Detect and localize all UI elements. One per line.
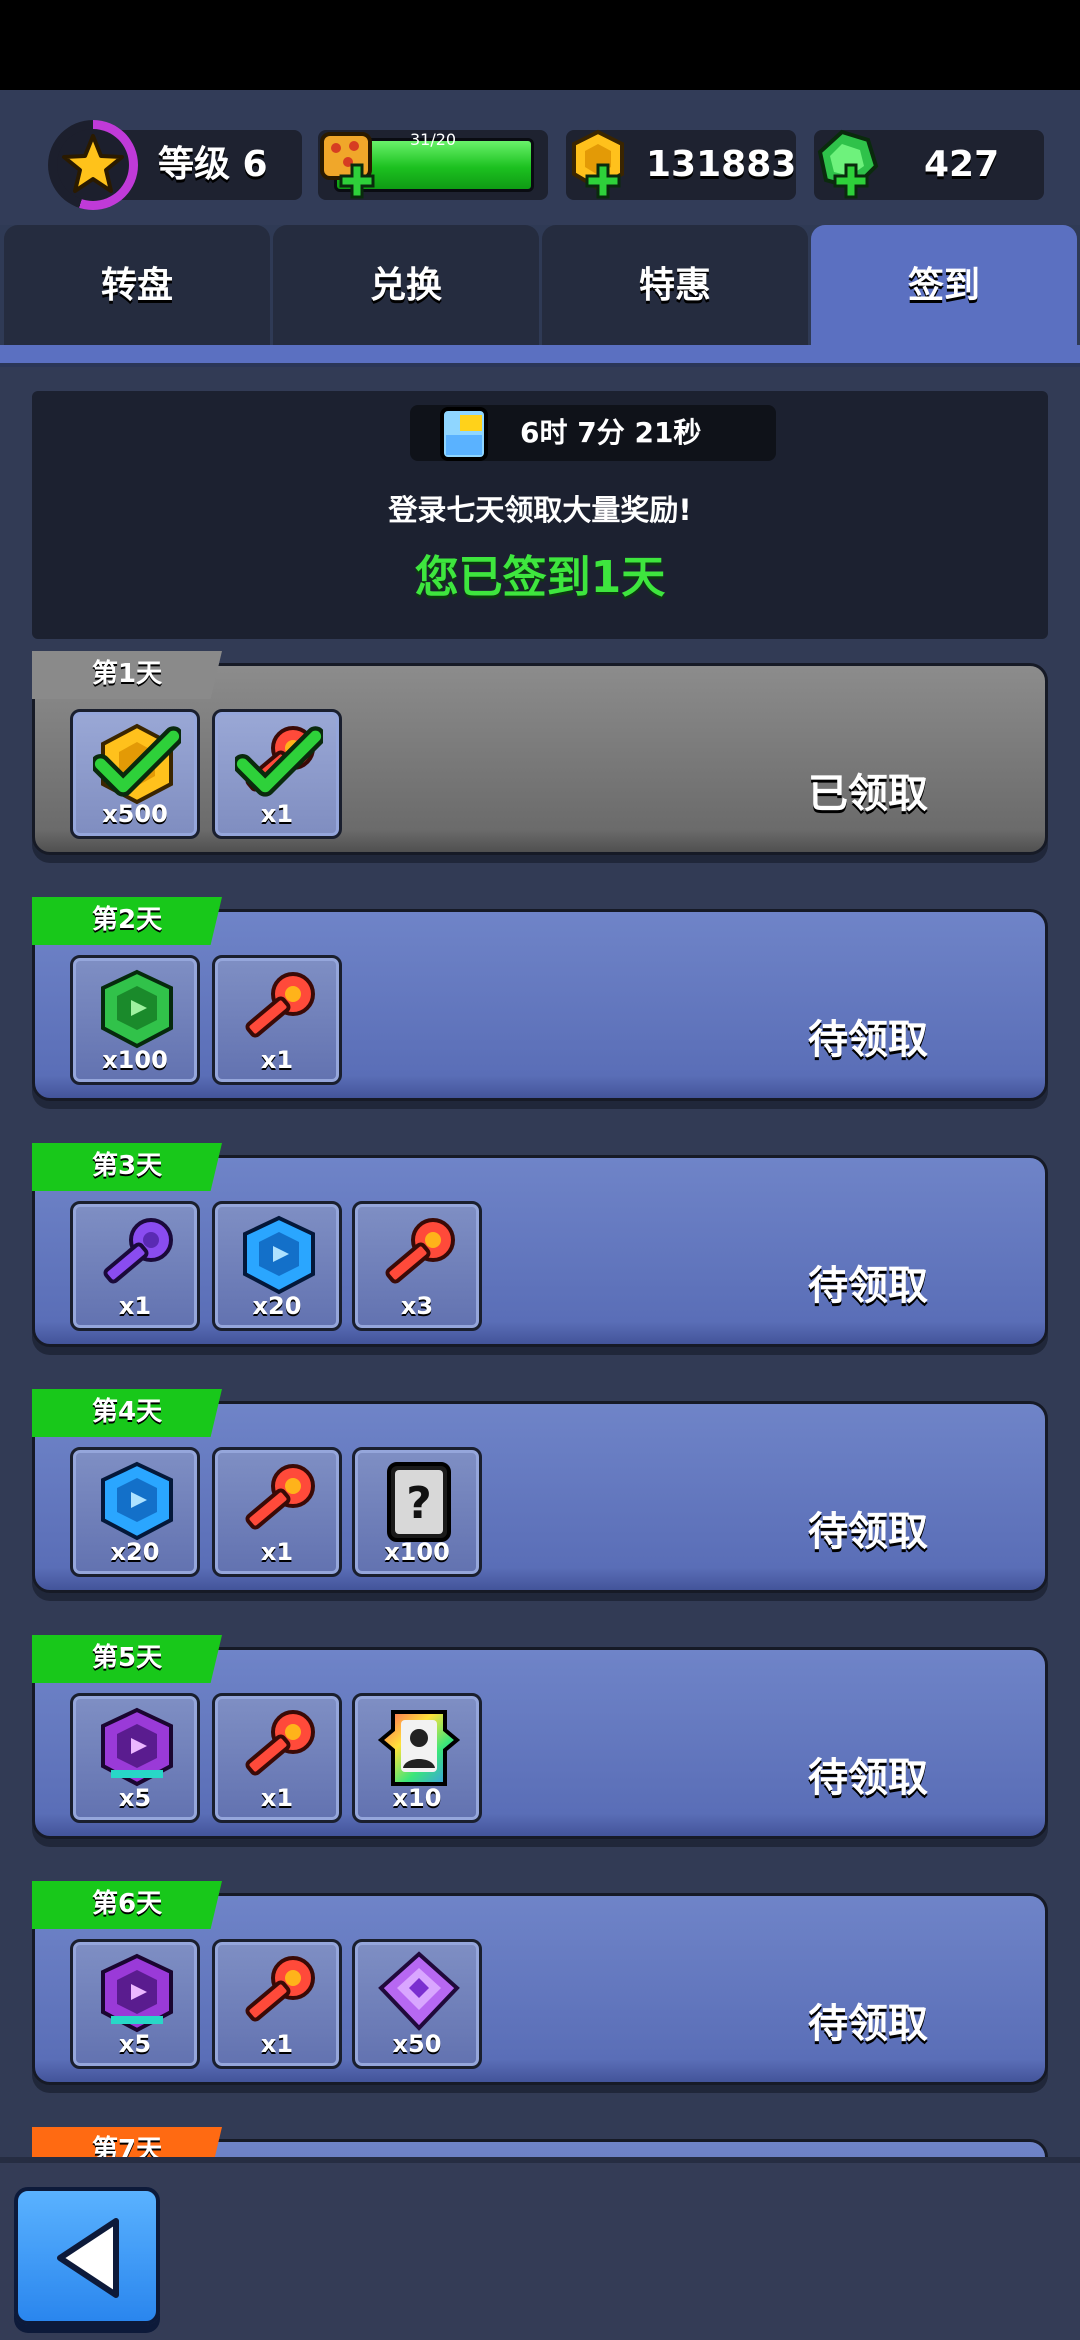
reward-item: ? x100 bbox=[352, 1447, 482, 1577]
purple-key-icon bbox=[103, 1218, 173, 1284]
reward-count: x20 bbox=[110, 1538, 160, 1566]
day-card-3[interactable]: 第3天 x1 x20 x3 待领取 bbox=[32, 1143, 1048, 1347]
countdown-timer: 6时 7分 21秒 bbox=[410, 405, 776, 461]
reward-item: x500 bbox=[70, 709, 200, 839]
claim-status: 待领取 bbox=[808, 1509, 928, 1555]
reward-item: x1 bbox=[212, 709, 342, 839]
purple-gem-icon bbox=[378, 1951, 460, 2031]
blue-chip-icon bbox=[101, 1461, 173, 1541]
coins-value: 131883 bbox=[646, 144, 797, 185]
day-card-1[interactable]: 第1天 x500 x1 已领取 bbox=[32, 651, 1048, 855]
reward-item: x100 bbox=[70, 955, 200, 1085]
claim-status: 待领取 bbox=[808, 2001, 928, 2047]
energy-value: 31/20 bbox=[410, 130, 457, 149]
claim-status: 待领取 bbox=[808, 1017, 928, 1063]
reward-count: x5 bbox=[118, 2030, 152, 2058]
signed-in-days: 您已签到1天 bbox=[414, 552, 666, 603]
tab-special-offer[interactable]: 特惠 bbox=[542, 225, 808, 347]
add-energy-icon[interactable] bbox=[338, 162, 376, 200]
rainbow-avatar-icon bbox=[377, 1710, 461, 1786]
check-icon bbox=[93, 726, 181, 797]
claim-status: 待领取 bbox=[808, 1263, 928, 1309]
tab-bar: 转盘 兑换 特惠 签到 bbox=[0, 225, 1080, 347]
gems-value: 427 bbox=[924, 144, 1000, 185]
day-card-2[interactable]: 第2天 x100 x1 待领取 bbox=[32, 897, 1048, 1101]
add-gems-icon[interactable] bbox=[832, 162, 870, 200]
day-card-6[interactable]: 第6天 x5 x1 x50 待领取 bbox=[32, 1881, 1048, 2085]
reward-count: x10 bbox=[392, 1784, 442, 1812]
claim-status: 待领取 bbox=[808, 1755, 928, 1801]
red-key-icon bbox=[245, 1710, 315, 1776]
bottom-bar bbox=[0, 2157, 1080, 2340]
reward-item: x1 bbox=[212, 955, 342, 1085]
day-ribbon: 第6天 bbox=[32, 1881, 222, 1929]
day-ribbon: 第3天 bbox=[32, 1143, 222, 1191]
reward-item: x5 bbox=[70, 1939, 200, 2069]
reward-count: x1 bbox=[260, 2030, 294, 2058]
mystery-card-icon: ? bbox=[387, 1462, 451, 1542]
purple-chip-icon bbox=[101, 1707, 173, 1787]
star-icon bbox=[62, 134, 124, 193]
red-key-icon bbox=[245, 1464, 315, 1530]
reward-item: x20 bbox=[212, 1201, 342, 1331]
day-card-4[interactable]: 第4天 x20 x1 ? x100 待领取 bbox=[32, 1389, 1048, 1593]
tab-sign-in[interactable]: 签到 bbox=[811, 225, 1077, 347]
day-ribbon: 第4天 bbox=[32, 1389, 222, 1437]
reward-item: x1 bbox=[212, 1693, 342, 1823]
hourglass-icon bbox=[440, 407, 488, 461]
reward-count: x3 bbox=[400, 1292, 434, 1320]
reward-count: x50 bbox=[392, 2030, 442, 2058]
reward-count: x20 bbox=[252, 1292, 302, 1320]
reward-item: x10 bbox=[352, 1693, 482, 1823]
reward-count: x5 bbox=[118, 1784, 152, 1812]
timer-text: 6时 7分 21秒 bbox=[520, 416, 702, 449]
level-label: 等级 6 bbox=[158, 144, 268, 185]
day-ribbon: 第1天 bbox=[32, 651, 222, 699]
tab-exchange[interactable]: 兑换 bbox=[273, 225, 539, 347]
tab-wheel[interactable]: 转盘 bbox=[4, 225, 270, 347]
reward-count: x1 bbox=[260, 1538, 294, 1566]
resource-bar: 等级 6 31/20 131883 427 bbox=[0, 90, 1080, 225]
red-key-icon bbox=[245, 972, 315, 1038]
reward-item: x50 bbox=[352, 1939, 482, 2069]
reward-item: x1 bbox=[212, 1939, 342, 2069]
reward-item: x1 bbox=[212, 1447, 342, 1577]
day-ribbon: 第2天 bbox=[32, 897, 222, 945]
green-chip-icon bbox=[101, 969, 173, 1049]
reward-count: x1 bbox=[260, 1046, 294, 1074]
status-bar bbox=[0, 0, 1080, 90]
day-card-5[interactable]: 第5天 x5 x1 x10 待领取 bbox=[32, 1635, 1048, 1839]
purple-chip-icon bbox=[101, 1953, 173, 2033]
day-ribbon: 第5天 bbox=[32, 1635, 222, 1683]
tab-underline bbox=[0, 345, 1080, 367]
back-button[interactable] bbox=[14, 2187, 160, 2325]
signin-list[interactable]: 6时 7分 21秒 登录七天领取大量奖励! 您已签到1天 第1天 x500 x1… bbox=[0, 367, 1080, 2157]
signin-info-panel: 6时 7分 21秒 登录七天领取大量奖励! 您已签到1天 bbox=[32, 391, 1048, 639]
day-ribbon: 第7天 bbox=[32, 2127, 222, 2157]
claim-status: 已领取 bbox=[808, 771, 928, 817]
reward-item: x20 bbox=[70, 1447, 200, 1577]
reward-count: x1 bbox=[118, 1292, 152, 1320]
reward-count: x1 bbox=[260, 1784, 294, 1812]
add-coins-icon[interactable] bbox=[584, 162, 622, 200]
reward-item: x3 bbox=[352, 1201, 482, 1331]
back-arrow-icon bbox=[57, 2218, 119, 2298]
red-key-icon bbox=[245, 1956, 315, 2022]
svg-text:?: ? bbox=[406, 1478, 432, 1529]
check-icon bbox=[235, 726, 323, 797]
red-key-icon bbox=[385, 1218, 455, 1284]
reward-count: x100 bbox=[384, 1538, 450, 1566]
blue-chip-icon bbox=[243, 1215, 315, 1295]
signin-subtitle: 登录七天领取大量奖励! bbox=[388, 493, 692, 527]
reward-item: x1 bbox=[70, 1201, 200, 1331]
reward-count: x100 bbox=[102, 1046, 168, 1074]
reward-item: x5 bbox=[70, 1693, 200, 1823]
day-card-7[interactable]: 第7天 bbox=[32, 2127, 1048, 2157]
